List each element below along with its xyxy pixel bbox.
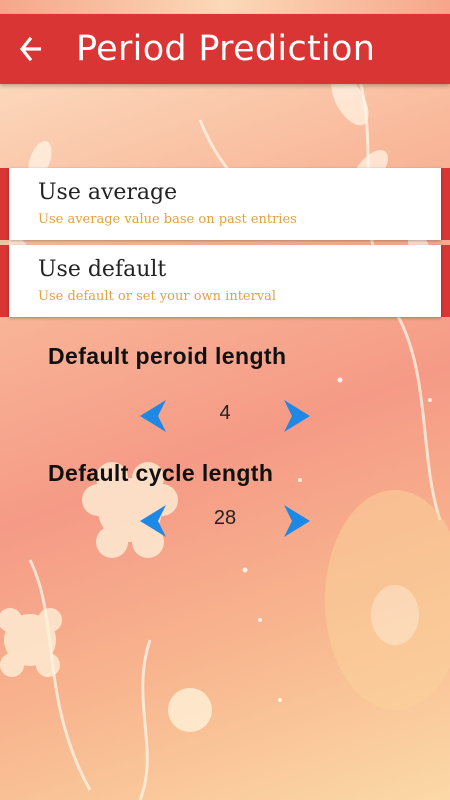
option-title: Use average [38,180,178,205]
period-length-stepper: 4 [138,398,312,434]
option-use-average: Use average Use average value base on pa… [0,168,450,240]
option-subtitle: Use default or set your own interval [38,289,277,304]
cycle-length-value: 28 [213,507,237,529]
period-length-label: Default peroid length [48,343,287,369]
period-length-value: 4 [219,402,231,424]
option-subtitle: Use average value base on past entries [38,212,297,227]
decrement-period-button[interactable] [138,398,168,434]
decrement-cycle-button[interactable] [138,503,168,539]
arrow-left-icon [19,36,41,62]
use-default-card[interactable]: Use default Use default or set your own … [9,245,441,317]
page-title: Period Prediction [76,29,376,69]
increment-cycle-button[interactable] [282,503,312,539]
cycle-length-stepper: 28 [138,503,312,539]
app-bar: Period Prediction [0,14,450,84]
increment-period-button[interactable] [282,398,312,434]
option-title: Use default [38,257,167,282]
cycle-length-label: Default cycle length [48,460,274,486]
back-button[interactable] [0,14,62,84]
use-average-card[interactable]: Use average Use average value base on pa… [9,168,441,240]
status-bar [0,0,450,14]
option-use-default: Use default Use default or set your own … [0,245,450,317]
